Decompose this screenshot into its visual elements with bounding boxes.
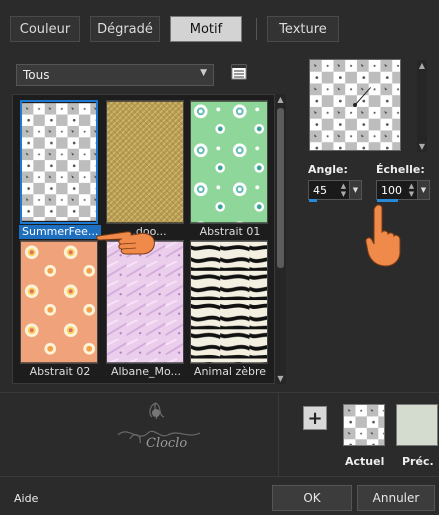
pattern-preview	[190, 240, 268, 364]
pattern-label: SummerFee...	[19, 225, 101, 239]
gallery-scrollbar[interactable]: ▲ ▼	[275, 94, 286, 384]
view-options-icon[interactable]	[231, 64, 247, 80]
scale-value: 100	[381, 183, 402, 197]
pattern-preview	[190, 100, 268, 224]
scroll-up-icon[interactable]: ▲	[275, 94, 286, 105]
footer-divider	[0, 476, 439, 477]
angle-label: Angle:	[308, 163, 348, 176]
pattern-thumb-albane[interactable]: Albane_Mo...	[105, 239, 185, 378]
angle-stepper-icon[interactable]: ▲ ▼	[339, 182, 348, 198]
pattern-thumb-gold[interactable]: ...doo...	[105, 99, 185, 238]
scale-input[interactable]: 100 ▲ ▼ ▼	[376, 180, 430, 200]
help-link[interactable]: Aide	[14, 492, 38, 505]
angle-dropdown-icon[interactable]: ▼	[349, 181, 361, 199]
pointing-hand-icon	[365, 204, 401, 267]
preview-scrollbar[interactable]: ▲ ▼	[417, 60, 427, 152]
cloclo-watermark: Cloclo	[117, 402, 201, 451]
tab-motif[interactable]: Motif	[170, 16, 242, 42]
scrollbar-thumb[interactable]	[277, 108, 284, 268]
pattern-preview	[20, 240, 98, 364]
previous-swatch[interactable]	[396, 404, 438, 446]
pattern-thumb-animal-zebre[interactable]: Animal zèbre	[189, 239, 269, 378]
scroll-down-icon[interactable]: ▼	[275, 373, 286, 384]
angle-input[interactable]: 45 ▲ ▼ ▼	[308, 180, 362, 200]
scroll-down-icon[interactable]: ▼	[417, 141, 427, 152]
chevron-down-icon: ▼	[200, 68, 207, 78]
category-select[interactable]: Tous ▼	[16, 64, 214, 86]
scale-label: Échelle:	[376, 163, 425, 176]
current-swatch-label: Actuel	[345, 455, 385, 468]
section-divider	[278, 392, 279, 476]
tab-couleur[interactable]: Couleur	[10, 16, 80, 42]
scale-slider[interactable]	[377, 199, 398, 202]
add-swatch-button[interactable]: +	[303, 406, 327, 430]
pattern-label: Abstrait 02	[29, 365, 91, 378]
tab-separator	[256, 18, 257, 40]
angle-value: 45	[313, 183, 327, 197]
category-value: Tous	[23, 68, 50, 82]
angle-slider[interactable]	[309, 199, 317, 202]
tab-degrade[interactable]: Dégradé	[90, 16, 160, 42]
pattern-preview	[106, 100, 184, 224]
scale-stepper-icon[interactable]: ▲ ▼	[407, 182, 416, 198]
cancel-button[interactable]: Annuler	[357, 485, 435, 511]
watermark-text: Cloclo	[146, 436, 187, 451]
pattern-thumb-abstrait-01[interactable]: Abstrait 01	[189, 99, 269, 238]
scale-dropdown-icon[interactable]: ▼	[417, 181, 429, 199]
pattern-label: Albane_Mo...	[110, 365, 182, 378]
pattern-preview	[106, 240, 184, 364]
pattern-thumb-summerfee[interactable]: SummerFee...	[19, 99, 101, 239]
pattern-preview	[20, 100, 98, 224]
pattern-thumb-abstrait-02[interactable]: Abstrait 02	[19, 239, 99, 378]
ok-button[interactable]: OK	[272, 485, 352, 511]
scroll-up-icon[interactable]: ▲	[417, 60, 427, 71]
current-swatch[interactable]	[343, 404, 385, 446]
section-divider	[0, 392, 439, 393]
pattern-label: Abstrait 01	[199, 225, 261, 238]
pointing-hand-icon	[96, 231, 155, 255]
tab-texture[interactable]: Texture	[267, 16, 339, 42]
pattern-label: Animal zèbre	[193, 365, 267, 378]
pattern-preview-large[interactable]	[309, 59, 401, 151]
previous-swatch-label: Préc.	[402, 455, 434, 468]
